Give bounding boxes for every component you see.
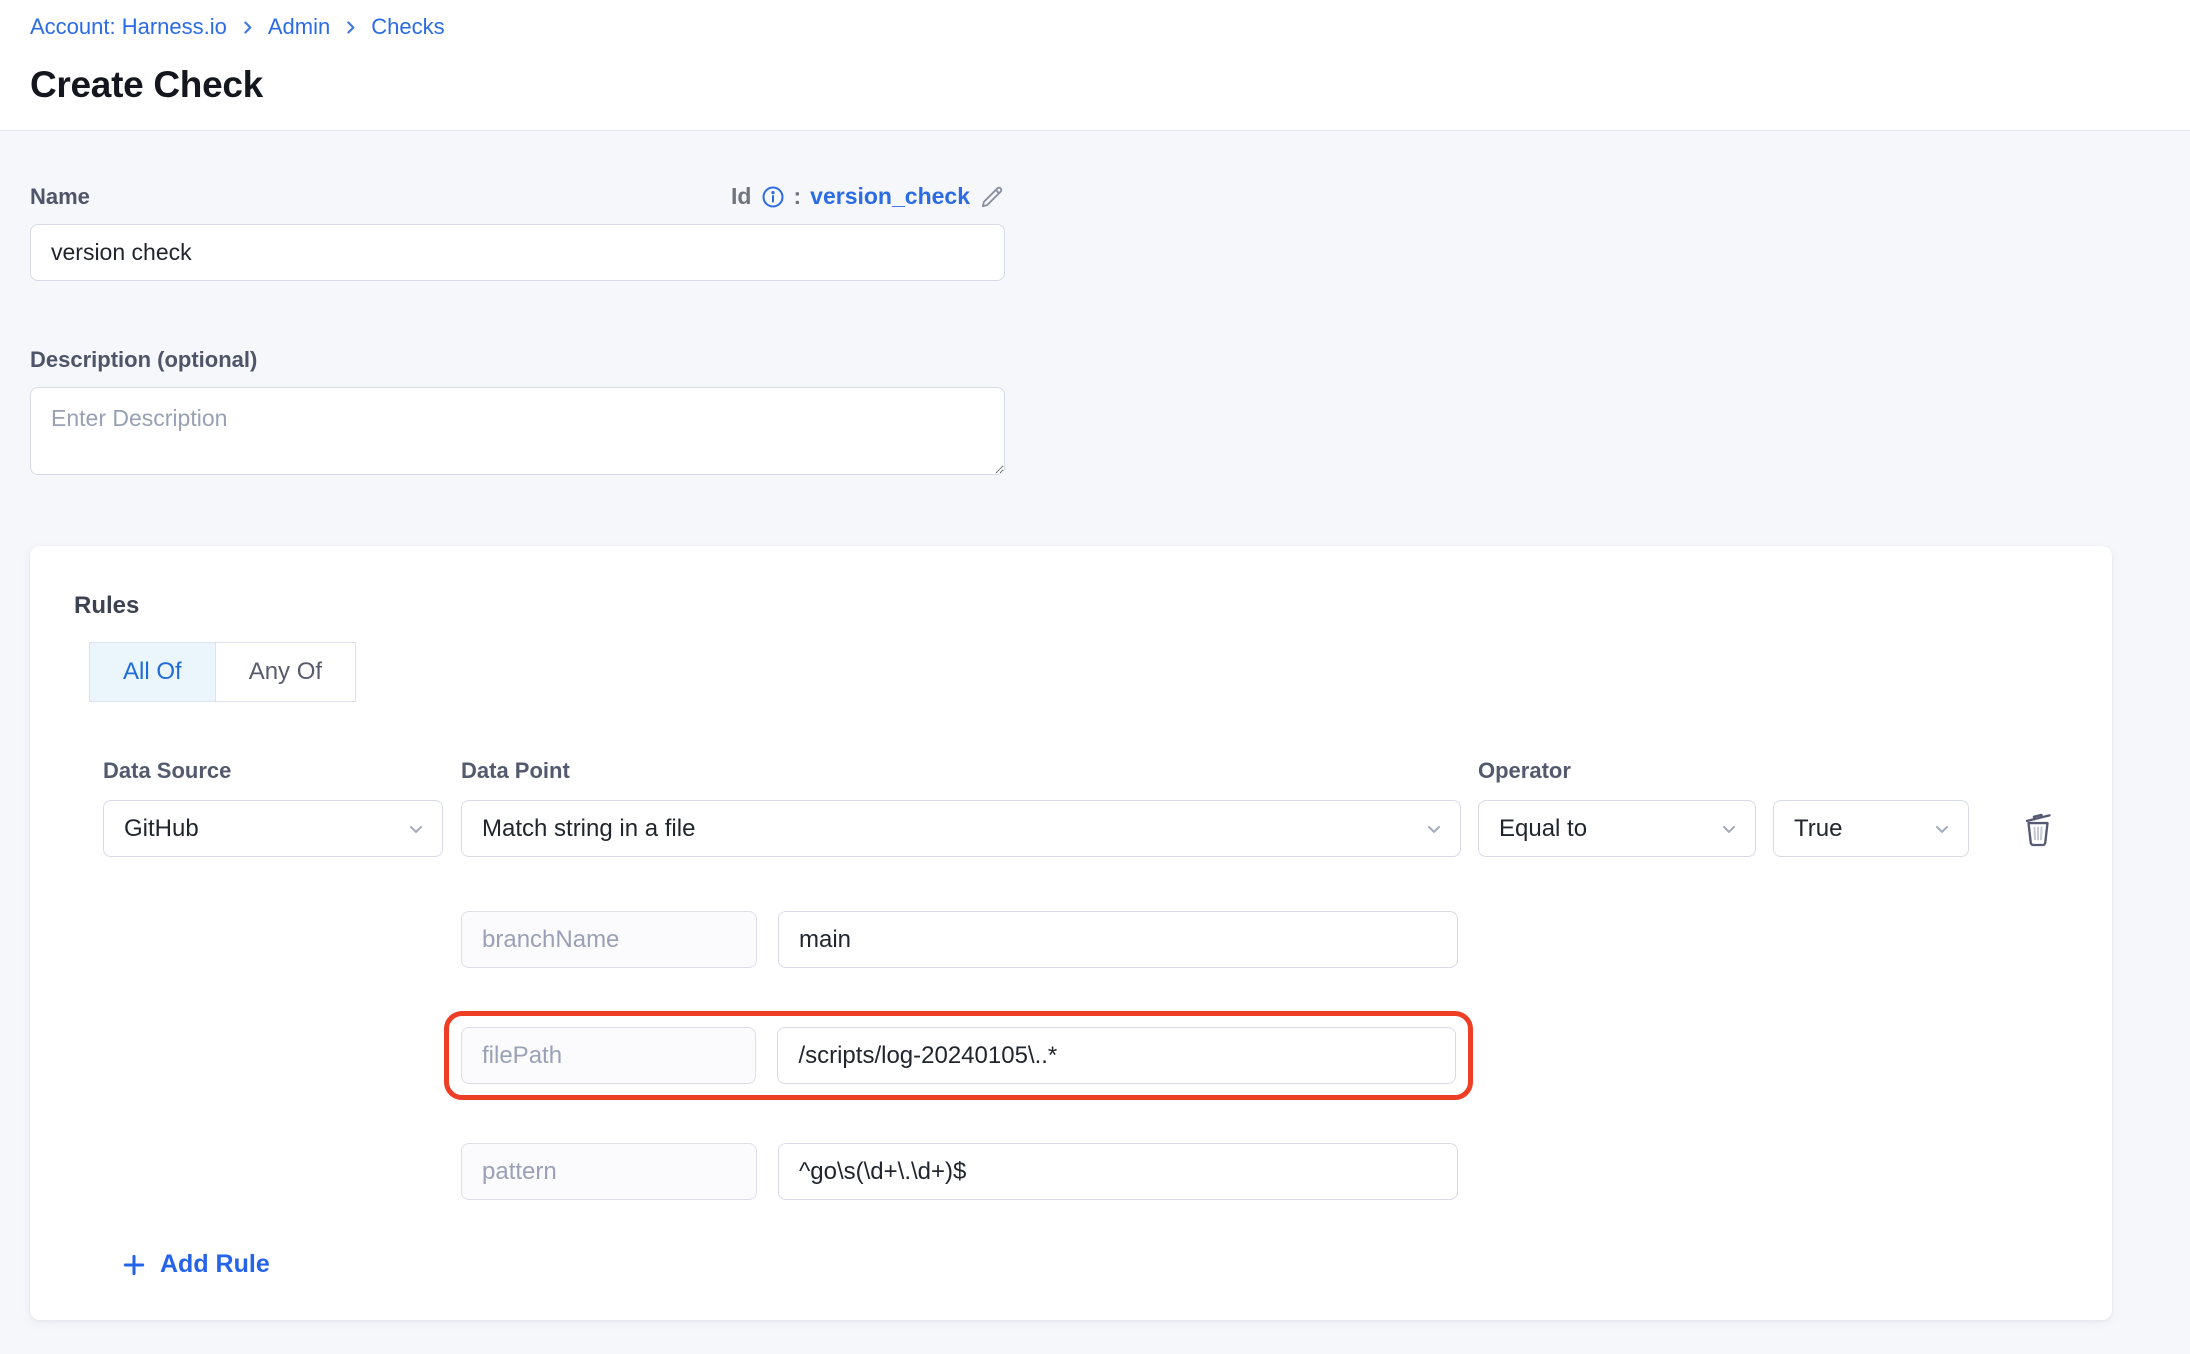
data-point-select[interactable]: Match string in a file (461, 800, 1461, 857)
breadcrumb-admin-link[interactable]: Admin (268, 14, 330, 40)
operator-select[interactable]: Equal to (1478, 800, 1756, 857)
rules-match-toggle: All Of Any Of (89, 642, 356, 702)
chevron-down-icon (1719, 819, 1739, 839)
rules-title: Rules (74, 592, 2068, 620)
rule-row: Data Source Data Point Operator GitHub M… (103, 758, 2068, 1200)
data-point-value: Match string in a file (482, 815, 695, 843)
page-title: Create Check (30, 64, 2160, 106)
toggle-any-of[interactable]: Any Of (216, 643, 355, 701)
id-separator: : (794, 183, 802, 210)
edit-pencil-icon[interactable] (979, 184, 1005, 210)
trash-icon (2020, 809, 2056, 849)
description-textarea[interactable] (30, 387, 1005, 475)
breadcrumb-account-link[interactable]: Account: Harness.io (30, 14, 227, 40)
chevron-down-icon (1424, 819, 1444, 839)
data-source-select[interactable]: GitHub (103, 800, 443, 857)
operator-value-value: True (1794, 815, 1842, 843)
param-key-pattern: pattern (461, 1143, 757, 1200)
chevron-right-icon (239, 19, 256, 36)
id-value-link[interactable]: version_check (810, 183, 970, 210)
param-row-file-path: filePath (461, 1027, 1456, 1084)
param-value-file-path-input[interactable] (777, 1027, 1456, 1084)
toggle-all-of[interactable]: All Of (90, 643, 216, 701)
description-label: Description (optional) (30, 347, 257, 373)
file-path-highlight-annotation: filePath (444, 1011, 1473, 1100)
identifier-group: Id : version_check (731, 183, 1005, 210)
param-value-branch-name-input[interactable] (778, 911, 1458, 968)
rules-panel: Rules All Of Any Of Data Source Data Poi… (30, 546, 2112, 1320)
add-rule-button[interactable]: Add Rule (121, 1250, 270, 1279)
chevron-down-icon (406, 819, 426, 839)
data-source-label: Data Source (103, 758, 461, 784)
create-check-form: Name Id : version_check Description (opt… (0, 131, 2190, 1320)
add-rule-label: Add Rule (160, 1250, 270, 1279)
name-label: Name (30, 184, 90, 210)
param-key-file-path: filePath (461, 1027, 756, 1084)
name-input[interactable] (30, 224, 1005, 281)
operator-value-select[interactable]: True (1773, 800, 1969, 857)
param-row-branch-name: branchName (461, 911, 2068, 968)
breadcrumb: Account: Harness.io Admin Checks (30, 14, 2160, 40)
data-source-value: GitHub (124, 815, 199, 843)
page-header: Account: Harness.io Admin Checks Create … (0, 0, 2190, 131)
param-row-pattern: pattern (461, 1143, 2068, 1200)
delete-rule-button[interactable] (2016, 805, 2060, 853)
info-icon[interactable] (761, 185, 785, 209)
chevron-down-icon (1932, 819, 1952, 839)
plus-icon (121, 1252, 147, 1278)
breadcrumb-checks-link[interactable]: Checks (371, 14, 444, 40)
id-label: Id (731, 183, 751, 210)
param-value-pattern-input[interactable] (778, 1143, 1458, 1200)
operator-label: Operator (1478, 758, 1756, 784)
chevron-right-icon (342, 19, 359, 36)
param-key-branch-name: branchName (461, 911, 757, 968)
operator-value: Equal to (1499, 815, 1587, 843)
data-point-label: Data Point (461, 758, 1478, 784)
